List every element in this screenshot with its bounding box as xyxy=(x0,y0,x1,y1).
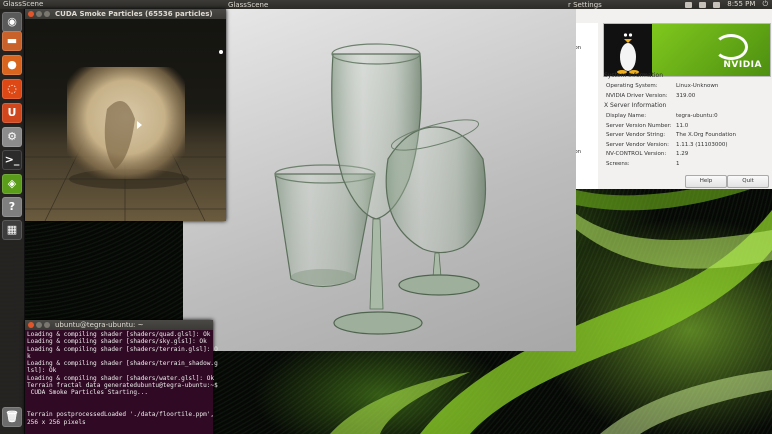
nvidia-settings-icon: ◈ xyxy=(7,177,17,190)
settings-icon: ⚙ xyxy=(7,130,17,143)
terminal-icon: >_ xyxy=(4,153,20,166)
minimize-icon[interactable] xyxy=(36,11,42,17)
terminal-line: 256 x 256 pixels xyxy=(27,418,86,426)
minimize-icon[interactable] xyxy=(36,322,42,328)
glass-scene-window[interactable]: GlassScene xyxy=(183,1,576,351)
launcher-item[interactable]: ◈ xyxy=(2,174,22,194)
nvidia-logo: NVIDIA xyxy=(652,24,770,76)
nvidia-eye-icon xyxy=(714,34,748,60)
ubuntu-one-icon: ◌ xyxy=(7,82,17,95)
terminal-titlebar[interactable]: ubuntu@tegra-ubuntu: ~ xyxy=(25,320,213,330)
info-value: The X.Org Foundation xyxy=(676,132,736,138)
terminal-line: Terrain postprocessedLoaded './data/floo… xyxy=(27,411,215,419)
info-value: 11.0 xyxy=(676,122,689,129)
terminal-output[interactable]: Loading & compiling shader [shaders/quad… xyxy=(27,331,218,426)
nvidia-banner: NVIDIA xyxy=(603,23,771,77)
workspace-switcher-icon: ▦ xyxy=(6,223,18,236)
launcher-item[interactable]: U xyxy=(2,103,22,123)
nvidia-settings-window: r Settings ration gs ion ration NVIDIA S… xyxy=(560,1,772,189)
info-label: Server Vendor Version: xyxy=(606,141,669,148)
terminal-line: Loading & compiling shader [shaders/terr… xyxy=(27,345,218,353)
info-value: 319.00 xyxy=(676,92,696,99)
info-label: Operating System: xyxy=(606,83,658,89)
quit-button[interactable]: Quit xyxy=(727,175,769,188)
software-center-icon: U xyxy=(7,106,17,119)
smoke-titlebar[interactable]: CUDA Smoke Particles (65536 particles) xyxy=(25,9,226,19)
active-app-name: GlassScene xyxy=(3,0,44,8)
smoke-render-view[interactable] xyxy=(25,19,226,221)
info-label: Screens: xyxy=(606,160,630,167)
launcher: ◉ ▬ ● ◌ U ⚙ >_ ◈? ▦ 🗑 xyxy=(0,9,25,434)
files-icon: ▬ xyxy=(6,34,18,47)
terminal-line: lsl]: Ok xyxy=(27,367,57,375)
terminal-line: Loading & compiling shader [shaders/wate… xyxy=(27,374,215,382)
trash-icon: 🗑 xyxy=(5,410,19,423)
smoke-window-title: CUDA Smoke Particles (65536 particles) xyxy=(55,10,213,18)
firefox-icon: ● xyxy=(7,58,17,71)
close-icon[interactable] xyxy=(28,11,34,17)
ubuntu-dash-icon: ◉ xyxy=(7,15,17,28)
glass-scene-titlebar[interactable]: GlassScene xyxy=(183,0,576,9)
system-info-heading: System Information xyxy=(604,72,664,79)
maximize-icon[interactable] xyxy=(44,322,50,328)
terminal-line: Loading & compiling shader [shaders/terr… xyxy=(27,360,218,368)
tux-penguin-icon xyxy=(616,29,640,74)
launcher-item[interactable]: ▦ xyxy=(2,220,22,240)
close-icon[interactable] xyxy=(28,322,34,328)
info-label: NVIDIA Driver Version: xyxy=(606,92,668,99)
launcher-item[interactable]: >_ xyxy=(2,150,22,170)
terminal-line: CUDA Smoke Particles Starting... xyxy=(27,389,149,397)
info-value: 1.29 xyxy=(676,151,689,157)
info-label: Display Name: xyxy=(606,113,647,119)
terminal-line: k xyxy=(27,352,31,360)
terminal-line: Terrain fractal data generatedubuntu@teg… xyxy=(27,382,218,390)
maximize-icon[interactable] xyxy=(44,11,50,17)
info-value: tegra-ubuntu:0 xyxy=(676,113,718,119)
terminal-title: ubuntu@tegra-ubuntu: ~ xyxy=(55,321,144,329)
nvidia-settings-title: r Settings xyxy=(568,1,602,9)
info-label: NV-CONTROL Version: xyxy=(606,151,667,157)
help-button[interactable]: Help xyxy=(685,175,727,188)
glass-scene-render[interactable] xyxy=(183,9,576,351)
terminal-line: Loading & compiling shader [shaders/quad… xyxy=(27,331,211,338)
info-value: 1.11.3 (11103000) xyxy=(676,141,728,148)
launcher-item[interactable]: ● xyxy=(2,55,22,75)
info-label: Server Vendor String: xyxy=(606,132,666,138)
terminal-window[interactable]: ubuntu@tegra-ubuntu: ~ Loading & compili… xyxy=(25,320,218,434)
x-server-heading: X Server Information xyxy=(604,102,667,109)
info-value: Linux-Unknown xyxy=(676,83,719,89)
launcher-item[interactable]: ◌ xyxy=(2,79,22,99)
smoke-scene xyxy=(25,50,226,221)
info-value: 1 xyxy=(676,160,680,167)
launcher-item[interactable]: ▬ xyxy=(2,31,22,51)
help-icon: ? xyxy=(8,200,16,213)
launcher-item[interactable]: 🗑 xyxy=(2,407,22,427)
launcher-item[interactable]: ⚙ xyxy=(2,127,22,147)
terminal-line: Loading & compiling shader [shaders/sky.… xyxy=(27,338,207,346)
launcher-item[interactable]: ? xyxy=(2,197,22,217)
launcher-item[interactable]: ◉ xyxy=(2,12,22,32)
smoke-particles-window[interactable]: CUDA Smoke Particles (65536 particles) xyxy=(25,9,226,221)
info-label: Server Version Number: xyxy=(606,122,672,129)
